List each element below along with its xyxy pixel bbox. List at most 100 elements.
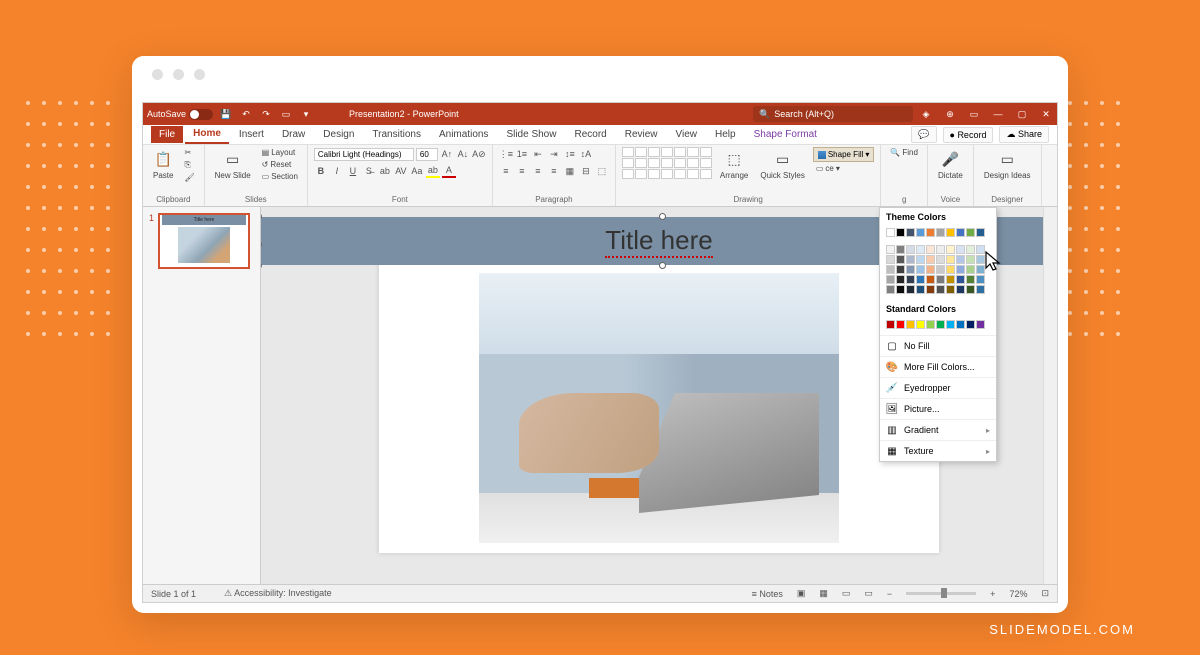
layout-button[interactable]: ▤ Layout [259,147,301,158]
color-swatch[interactable] [976,228,985,237]
shape-outline-button[interactable]: ▭ ce ▾ [813,163,875,174]
color-swatch[interactable] [936,320,945,329]
case-button[interactable]: Aa [410,164,424,178]
color-swatch[interactable] [886,245,895,254]
color-swatch[interactable] [906,228,915,237]
reset-button[interactable]: ↺ Reset [259,159,301,170]
align-right-button[interactable]: ≡ [531,164,545,178]
tab-animations[interactable]: Animations [431,126,496,143]
ribbon-options-icon[interactable]: ▭ [967,107,981,121]
tab-slideshow[interactable]: Slide Show [498,126,564,143]
color-swatch[interactable] [896,320,905,329]
color-swatch[interactable] [956,245,965,254]
color-swatch[interactable] [906,265,915,274]
tab-help[interactable]: Help [707,126,744,143]
color-swatch[interactable] [946,320,955,329]
color-swatch[interactable] [966,265,975,274]
color-swatch[interactable] [936,285,945,294]
color-swatch[interactable] [896,245,905,254]
tab-view[interactable]: View [668,126,706,143]
color-swatch[interactable] [966,228,975,237]
design-ideas-button[interactable]: ▭ Design Ideas [980,147,1035,182]
tab-shape-format[interactable]: Shape Format [746,126,825,143]
color-swatch[interactable] [886,285,895,294]
quick-styles-button[interactable]: ▭ Quick Styles [756,147,808,182]
color-swatch[interactable] [926,285,935,294]
color-swatch[interactable] [936,228,945,237]
increase-font-button[interactable]: A↑ [440,147,454,161]
color-swatch[interactable] [956,275,965,284]
texture-item[interactable]: ▦ Texture ▸ [880,440,996,461]
minimize-icon[interactable]: — [991,107,1005,121]
color-swatch[interactable] [896,285,905,294]
color-swatch[interactable] [926,228,935,237]
tab-transitions[interactable]: Transitions [364,126,429,143]
numbering-button[interactable]: 1≡ [515,147,529,161]
slideshow-view-button[interactable]: ▭ [864,588,873,599]
text-direction-button[interactable]: ↕A [579,147,593,161]
color-swatch[interactable] [916,245,925,254]
color-swatch[interactable] [886,228,895,237]
color-swatch[interactable] [916,320,925,329]
slide-thumbnail[interactable]: Title here [158,213,250,269]
color-swatch[interactable] [966,320,975,329]
new-slide-button[interactable]: ▭ New Slide [211,147,255,182]
accessibility-status[interactable]: ⚠ Accessibility: Investigate [224,588,332,599]
sorter-view-button[interactable]: ▦ [819,588,828,599]
paste-button[interactable]: 📋 Paste [149,147,177,182]
line-spacing-button[interactable]: ↕≡ [563,147,577,161]
color-swatch[interactable] [956,255,965,264]
vertical-scrollbar[interactable] [1043,207,1057,584]
color-swatch[interactable] [956,228,965,237]
color-swatch[interactable] [966,255,975,264]
font-size-select[interactable]: 60 [416,148,438,161]
normal-view-button[interactable]: ▣ [797,588,806,599]
color-swatch[interactable] [886,320,895,329]
toggle-switch-icon[interactable] [189,109,213,120]
slide-main-image[interactable] [479,273,839,543]
tab-insert[interactable]: Insert [231,126,272,143]
color-swatch[interactable] [916,228,925,237]
color-swatch[interactable] [916,255,925,264]
zoom-in-button[interactable]: + [990,589,995,599]
color-swatch[interactable] [956,285,965,294]
tab-file[interactable]: File [151,126,183,143]
color-swatch[interactable] [926,275,935,284]
slide-canvas[interactable]: Title here [379,223,939,553]
more-colors-item[interactable]: 🎨 More Fill Colors... [880,356,996,377]
selection-handle[interactable] [659,262,666,269]
color-swatch[interactable] [946,245,955,254]
smartart-button[interactable]: ⬚ [595,164,609,178]
search-input[interactable]: 🔍 Search (Alt+Q) [753,106,913,122]
color-swatch[interactable] [926,255,935,264]
color-swatch[interactable] [946,255,955,264]
color-swatch[interactable] [946,285,955,294]
color-swatch[interactable] [976,285,985,294]
color-swatch[interactable] [916,265,925,274]
align-left-button[interactable]: ≡ [499,164,513,178]
slide-count[interactable]: Slide 1 of 1 [151,589,196,599]
color-swatch[interactable] [976,320,985,329]
align-text-button[interactable]: ⊟ [579,164,593,178]
arrange-button[interactable]: ⬚ Arrange [716,147,752,182]
no-fill-item[interactable]: ▢ No Fill [880,335,996,356]
redo-icon[interactable]: ↷ [259,107,273,121]
color-swatch[interactable] [906,285,915,294]
color-swatch[interactable] [886,275,895,284]
notes-button[interactable]: ≡ Notes [752,589,783,599]
columns-button[interactable]: ▦ [563,164,577,178]
color-swatch[interactable] [946,275,955,284]
color-swatch[interactable] [916,285,925,294]
color-swatch[interactable] [936,275,945,284]
strikethrough-button[interactable]: S̶ [362,164,376,178]
gradient-item[interactable]: ▥ Gradient ▸ [880,419,996,440]
copy-button[interactable]: ⎘ [181,159,197,171]
color-swatch[interactable] [956,320,965,329]
close-icon[interactable]: ✕ [1039,107,1053,121]
color-swatch[interactable] [966,285,975,294]
tab-review[interactable]: Review [617,126,666,143]
highlight-button[interactable]: ab [426,164,440,178]
tab-design[interactable]: Design [315,126,362,143]
clear-format-button[interactable]: A⊘ [472,147,486,161]
color-swatch[interactable] [956,265,965,274]
